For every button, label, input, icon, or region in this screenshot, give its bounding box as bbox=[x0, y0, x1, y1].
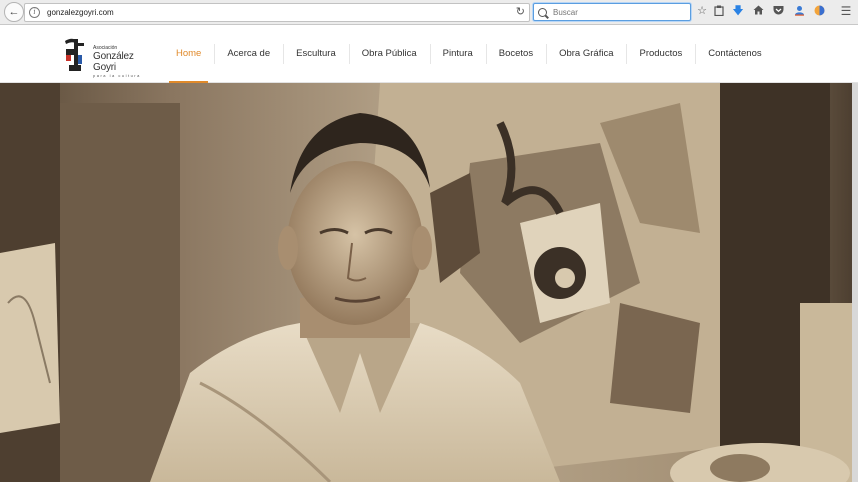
nav-home[interactable]: Home bbox=[163, 25, 214, 83]
clipboard-icon[interactable] bbox=[713, 5, 725, 17]
back-icon[interactable]: ← bbox=[4, 2, 24, 22]
reload-icon[interactable]: ↻ bbox=[516, 5, 525, 18]
logo-sub-text: para la cultura bbox=[93, 73, 141, 78]
nav-obra-grafica[interactable]: Obra Gráfica bbox=[546, 25, 626, 82]
nav-productos[interactable]: Productos bbox=[626, 25, 695, 82]
nav-bocetos[interactable]: Bocetos bbox=[485, 25, 546, 82]
logo-name-text: González Goyri bbox=[93, 51, 134, 73]
search-bar[interactable] bbox=[533, 3, 691, 21]
nav-obra-publica[interactable]: Obra Pública bbox=[348, 25, 430, 82]
bookmark-star-icon[interactable]: ☆ bbox=[696, 5, 708, 17]
account-icon[interactable] bbox=[793, 5, 805, 17]
nav-escultura[interactable]: Escultura bbox=[283, 25, 349, 82]
site-logo[interactable]: Asociación González Goyri para la cultur… bbox=[63, 35, 153, 78]
site-header: Asociación González Goyri para la cultur… bbox=[0, 25, 858, 83]
nav-contactenos[interactable]: Contáctenos bbox=[695, 25, 774, 82]
download-icon[interactable]: 🡇 bbox=[732, 5, 744, 17]
main-nav: Home Acerca de Escultura Obra Pública Pi… bbox=[163, 25, 775, 83]
extension-icon[interactable] bbox=[813, 5, 825, 17]
nav-pintura[interactable]: Pintura bbox=[429, 25, 486, 82]
hero-image bbox=[0, 83, 858, 482]
url-text[interactable]: gonzalezgoyri.com bbox=[47, 8, 114, 17]
info-icon[interactable]: i bbox=[29, 7, 40, 18]
page-scrollbar[interactable] bbox=[852, 83, 858, 482]
home-icon[interactable] bbox=[752, 5, 764, 17]
search-input[interactable] bbox=[553, 7, 683, 17]
nav-acerca-de[interactable]: Acerca de bbox=[214, 25, 283, 82]
address-bar[interactable]: i gonzalezgoyri.com ↻ bbox=[24, 3, 530, 22]
menu-icon[interactable]: ☰ bbox=[840, 5, 852, 17]
logo-mark-icon bbox=[65, 38, 84, 71]
search-icon bbox=[538, 7, 547, 17]
pocket-icon[interactable] bbox=[772, 5, 784, 17]
hero-photo bbox=[0, 83, 858, 482]
browser-toolbar: ← i gonzalezgoyri.com ↻ ☆ 🡇 ☰ bbox=[0, 0, 858, 25]
